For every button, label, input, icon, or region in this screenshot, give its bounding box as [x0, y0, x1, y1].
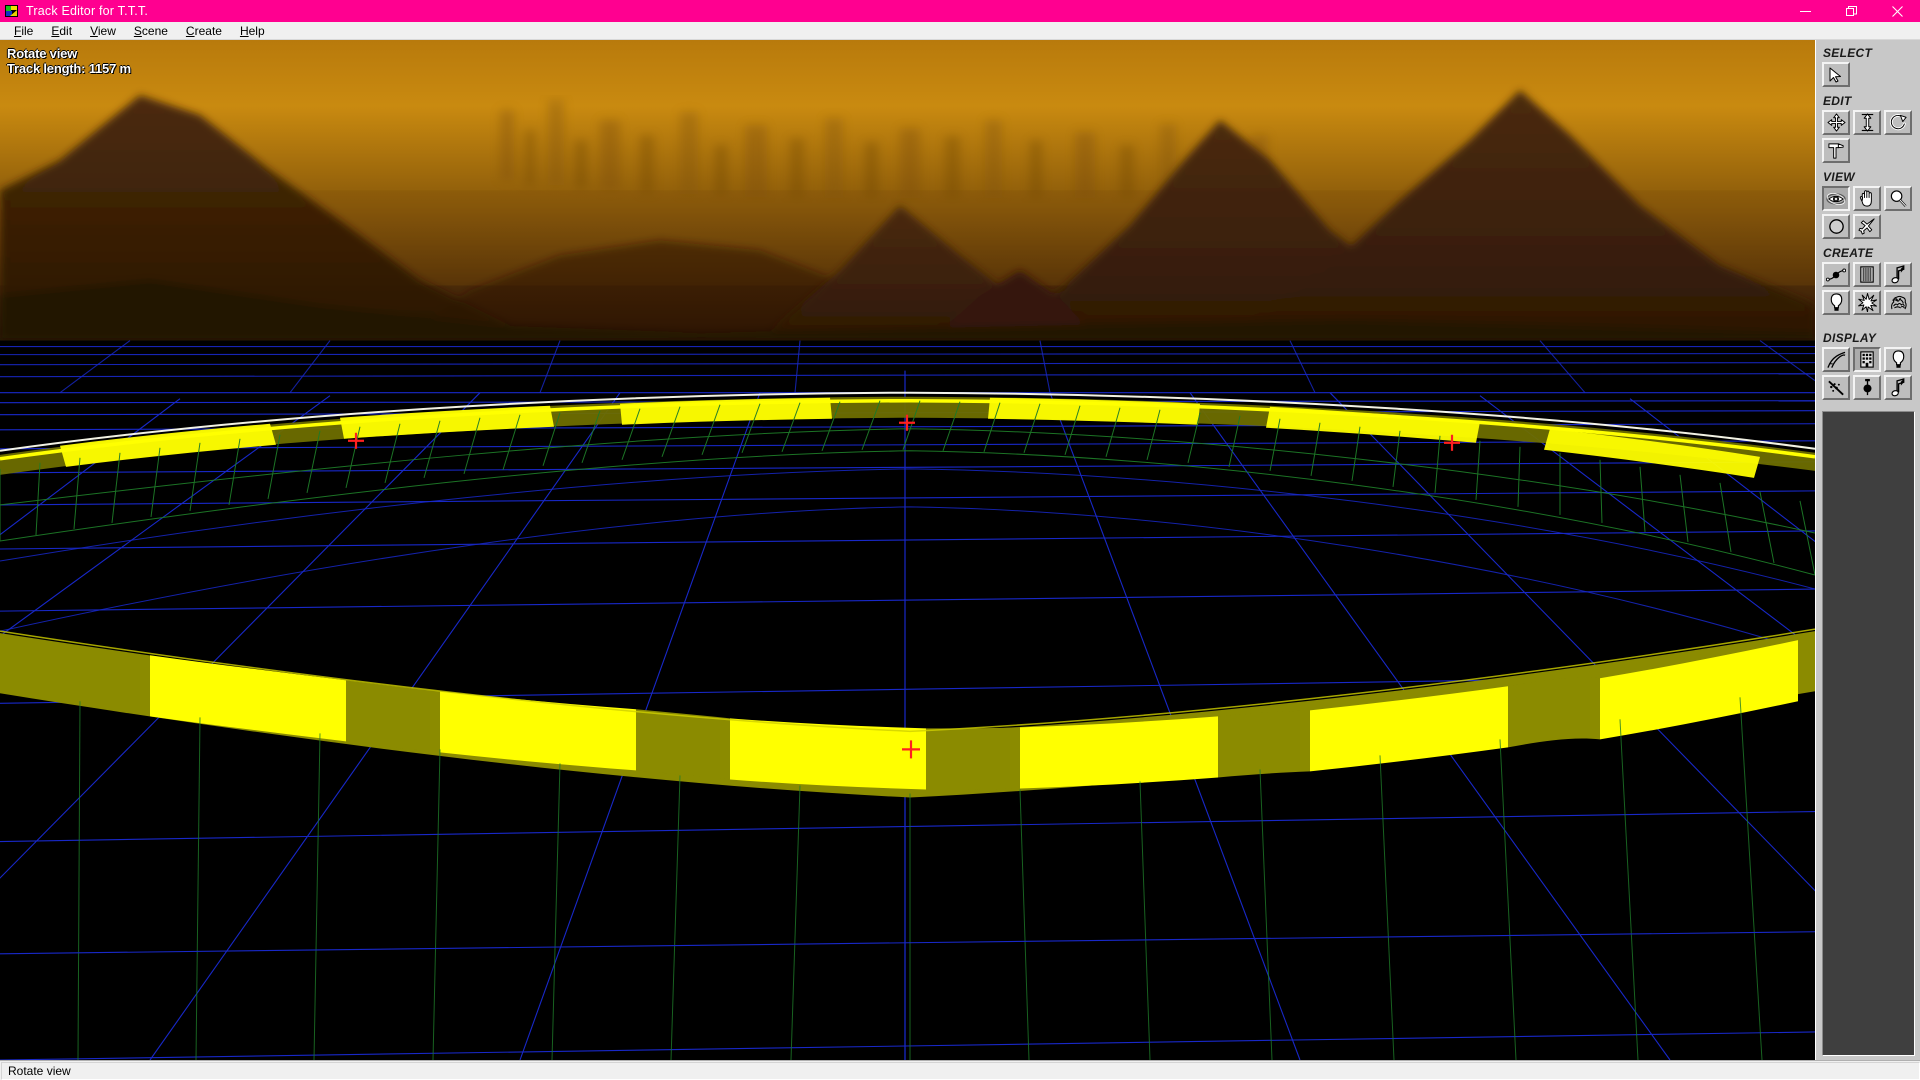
properties-panel[interactable] — [1822, 411, 1915, 1056]
create-particle[interactable] — [1853, 290, 1881, 315]
track-curve-icon — [1826, 351, 1845, 368]
tool-hammer[interactable] — [1822, 138, 1850, 163]
hand-icon — [1859, 190, 1872, 207]
close-icon — [1891, 5, 1903, 17]
vertical-arrows-icon — [1861, 113, 1873, 132]
toolbar-row — [1822, 347, 1920, 372]
tool-orbit-view[interactable] — [1822, 186, 1850, 211]
status-bar: Rotate view — [0, 1060, 1920, 1080]
toolbar-section-view: VIEW — [1816, 168, 1920, 244]
toolbar-row — [1822, 62, 1920, 87]
menu-edit[interactable]: Edit — [42, 23, 81, 39]
display-nodes[interactable] — [1853, 375, 1881, 400]
create-sound[interactable] — [1884, 262, 1912, 287]
tool-rotate[interactable] — [1884, 110, 1912, 135]
section-label-select: SELECT — [1823, 46, 1873, 60]
toolbar-section-display: DISPLAY — [1816, 329, 1920, 405]
star-burst-icon — [1857, 293, 1877, 312]
close-button[interactable] — [1874, 0, 1920, 22]
section-label-display: DISPLAY — [1823, 331, 1877, 345]
toolbar-section-edit: EDIT — [1816, 92, 1920, 168]
tool-select-arrow[interactable] — [1822, 62, 1850, 87]
rotate-arrow-icon — [1889, 114, 1907, 131]
display-particles[interactable] — [1822, 375, 1850, 400]
music-note-icon — [1890, 378, 1904, 397]
minimize-button[interactable] — [1782, 0, 1828, 22]
magnifier-icon — [1890, 190, 1906, 207]
light-bulb-icon — [1892, 350, 1904, 368]
restore-button[interactable] — [1828, 0, 1874, 22]
fence-wall-icon — [1860, 266, 1874, 283]
tool-move[interactable] — [1822, 110, 1850, 135]
restore-icon — [1845, 5, 1857, 16]
menu-view[interactable]: View — [81, 23, 125, 39]
status-message: Rotate view — [1, 1061, 1920, 1080]
create-track-node[interactable] — [1822, 262, 1850, 287]
tool-panel: SELECT EDIT VIEW CREATE DISPLAY — [1815, 40, 1920, 1060]
hammer-icon — [1827, 143, 1844, 159]
menu-bar: File Edit View Scene Create Help — [0, 22, 1920, 40]
menu-file[interactable]: File — [5, 23, 42, 39]
display-track[interactable] — [1822, 347, 1850, 372]
tool-zoom-view[interactable] — [1884, 186, 1912, 211]
menu-scene[interactable]: Scene — [125, 23, 177, 39]
move-four-arrows-icon — [1826, 113, 1846, 132]
display-lights[interactable] — [1884, 347, 1912, 372]
create-wall[interactable] — [1853, 262, 1881, 287]
minimize-icon — [1799, 10, 1811, 12]
toolbar-section-select: SELECT — [1816, 44, 1920, 92]
eye-orbit-icon — [1826, 192, 1846, 205]
toolbar-row — [1822, 110, 1920, 135]
light-bulb-icon — [1830, 293, 1842, 311]
toolbar-row — [1822, 138, 1920, 163]
section-label-create: CREATE — [1823, 246, 1874, 260]
display-buildings[interactable] — [1853, 347, 1881, 372]
main-area: Rotate view Track length: 1157 m SELECT — [0, 40, 1920, 1060]
viewport-3d[interactable]: Rotate view Track length: 1157 m — [0, 40, 1815, 1060]
plane-icon — [1857, 218, 1875, 235]
title-bar: Track Editor for T.T.T. — [0, 0, 1920, 22]
viewport-scene — [0, 40, 1815, 1060]
tool-height[interactable] — [1853, 110, 1881, 135]
section-label-view: VIEW — [1823, 170, 1855, 184]
toolbar-row — [1822, 290, 1920, 315]
circle-icon — [1828, 219, 1844, 234]
node-on-curve-icon — [1826, 268, 1846, 281]
music-note-icon — [1890, 265, 1904, 284]
node-dot-icon — [1863, 378, 1871, 396]
application-window: Track Editor for T.T.T. File Edit View S… — [0, 0, 1920, 1080]
menu-create[interactable]: Create — [177, 23, 231, 39]
window-controls — [1782, 0, 1920, 22]
toolbar-row — [1822, 214, 1920, 239]
section-label-edit: EDIT — [1823, 94, 1852, 108]
toolbar-row — [1822, 186, 1920, 211]
building-icon — [1860, 351, 1874, 368]
tool-pan-view[interactable] — [1853, 186, 1881, 211]
create-light[interactable] — [1822, 290, 1850, 315]
toolbar-row — [1822, 375, 1920, 400]
track-editor-icon — [4, 3, 20, 19]
create-scenery[interactable] — [1884, 290, 1912, 315]
particle-wand-icon — [1827, 380, 1844, 395]
window-title: Track Editor for T.T.T. — [26, 4, 148, 18]
tool-zoom-extents[interactable] — [1822, 214, 1850, 239]
display-sounds[interactable] — [1884, 375, 1912, 400]
toolbar-row — [1822, 262, 1920, 287]
cursor-arrow-icon — [1829, 67, 1841, 82]
tool-fly-view[interactable] — [1853, 214, 1881, 239]
toolbar-section-create: CREATE — [1816, 244, 1920, 320]
menu-help[interactable]: Help — [231, 23, 274, 39]
scenery-trees-icon — [1890, 295, 1907, 309]
